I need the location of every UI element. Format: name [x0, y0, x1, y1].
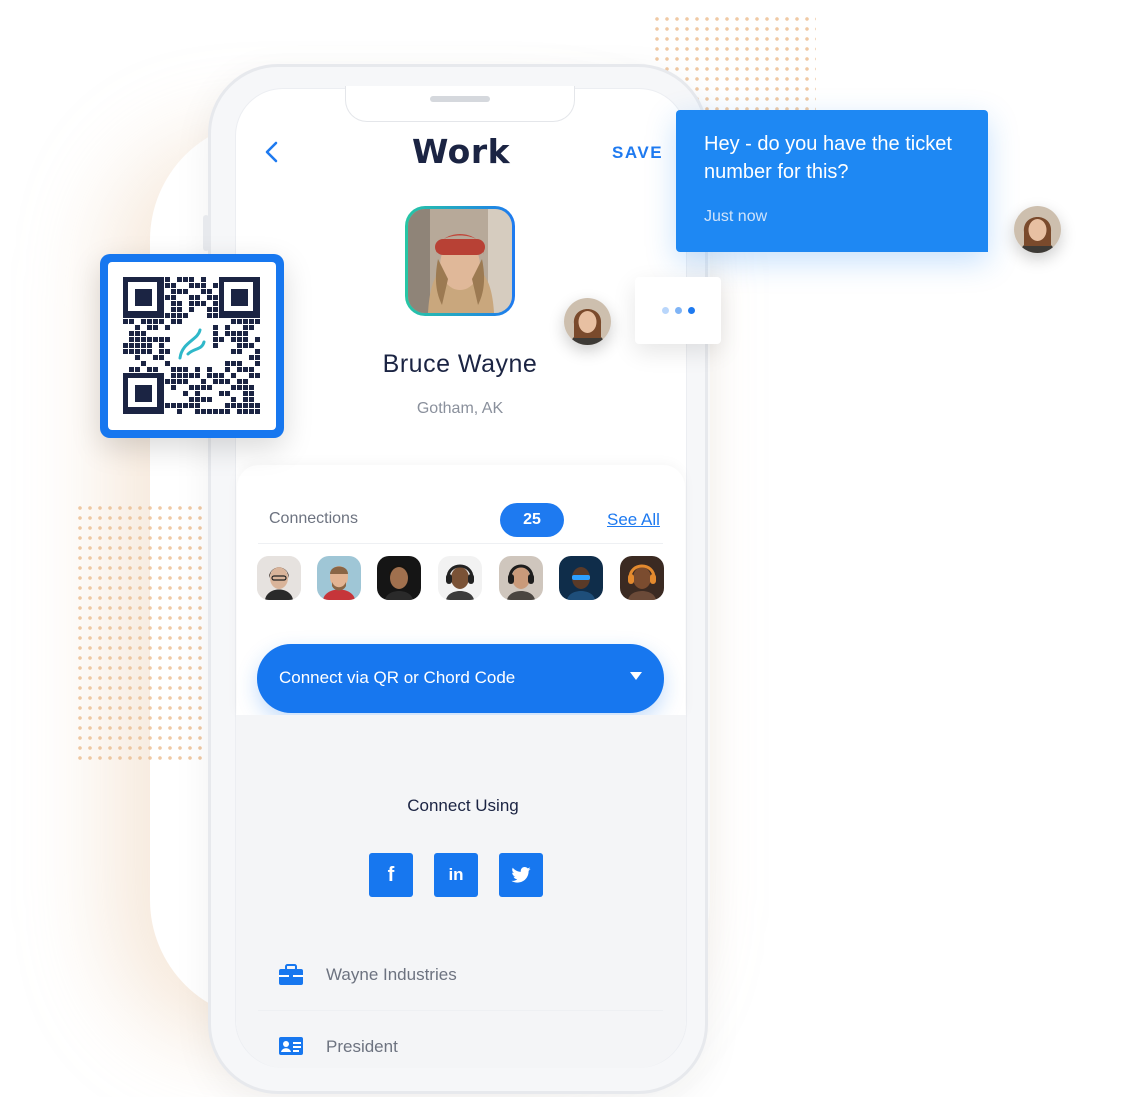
connection-avatar[interactable] — [257, 556, 301, 600]
briefcase-icon — [278, 964, 304, 986]
divider — [258, 1010, 663, 1011]
connection-avatar[interactable] — [377, 556, 421, 600]
company-text: Wayne Industries — [326, 965, 457, 984]
chat-timestamp: Just now — [704, 208, 768, 225]
see-all-link[interactable]: See All — [607, 510, 660, 530]
chevron-left-icon[interactable] — [262, 140, 284, 164]
caret-down-icon — [630, 672, 642, 680]
id-card-icon — [278, 1036, 304, 1058]
connect-qr-label: Connect via QR or Chord Code — [279, 668, 516, 687]
save-button[interactable]: SAVE — [612, 143, 663, 163]
profile-avatar — [405, 206, 515, 316]
connect-qr-dropdown-button[interactable]: Connect via QR or Chord Code — [257, 644, 664, 713]
connection-avatar[interactable] — [317, 556, 361, 600]
phone-side-button — [203, 215, 209, 251]
connection-avatar[interactable] — [620, 556, 664, 600]
title-text: President — [326, 1037, 398, 1056]
typing-user-avatar — [564, 298, 611, 345]
qr-code-icon — [108, 262, 276, 430]
twitter-bird-icon — [511, 867, 531, 883]
qr-code-card[interactable] — [100, 254, 284, 438]
facebook-icon: f — [387, 863, 395, 886]
twitter-button[interactable] — [499, 853, 543, 897]
profile-location: Gotham, AK — [416, 400, 504, 417]
phone-speaker — [430, 96, 490, 102]
divider — [258, 543, 663, 544]
phone-notch — [345, 86, 575, 122]
typing-indicator — [635, 277, 721, 344]
linkedin-button[interactable]: in — [434, 853, 478, 897]
connections-label: Connections — [269, 510, 358, 527]
page-title: Work — [411, 132, 511, 171]
profile-name: Bruce Wayne — [382, 350, 538, 378]
chat-message-text: Hey - do you have the ticket number for … — [704, 133, 952, 183]
connections-count-badge: 25 — [500, 503, 564, 537]
connection-avatar[interactable] — [559, 556, 603, 600]
connection-avatar[interactable] — [499, 556, 543, 600]
chat-avatar — [1014, 206, 1061, 253]
facebook-button[interactable]: f — [369, 853, 413, 897]
linkedin-icon: in — [448, 865, 464, 884]
connection-avatar[interactable] — [438, 556, 482, 600]
connect-using-label: Connect Using — [407, 796, 519, 815]
chat-message-bubble: Hey - do you have the ticket number for … — [676, 110, 988, 252]
